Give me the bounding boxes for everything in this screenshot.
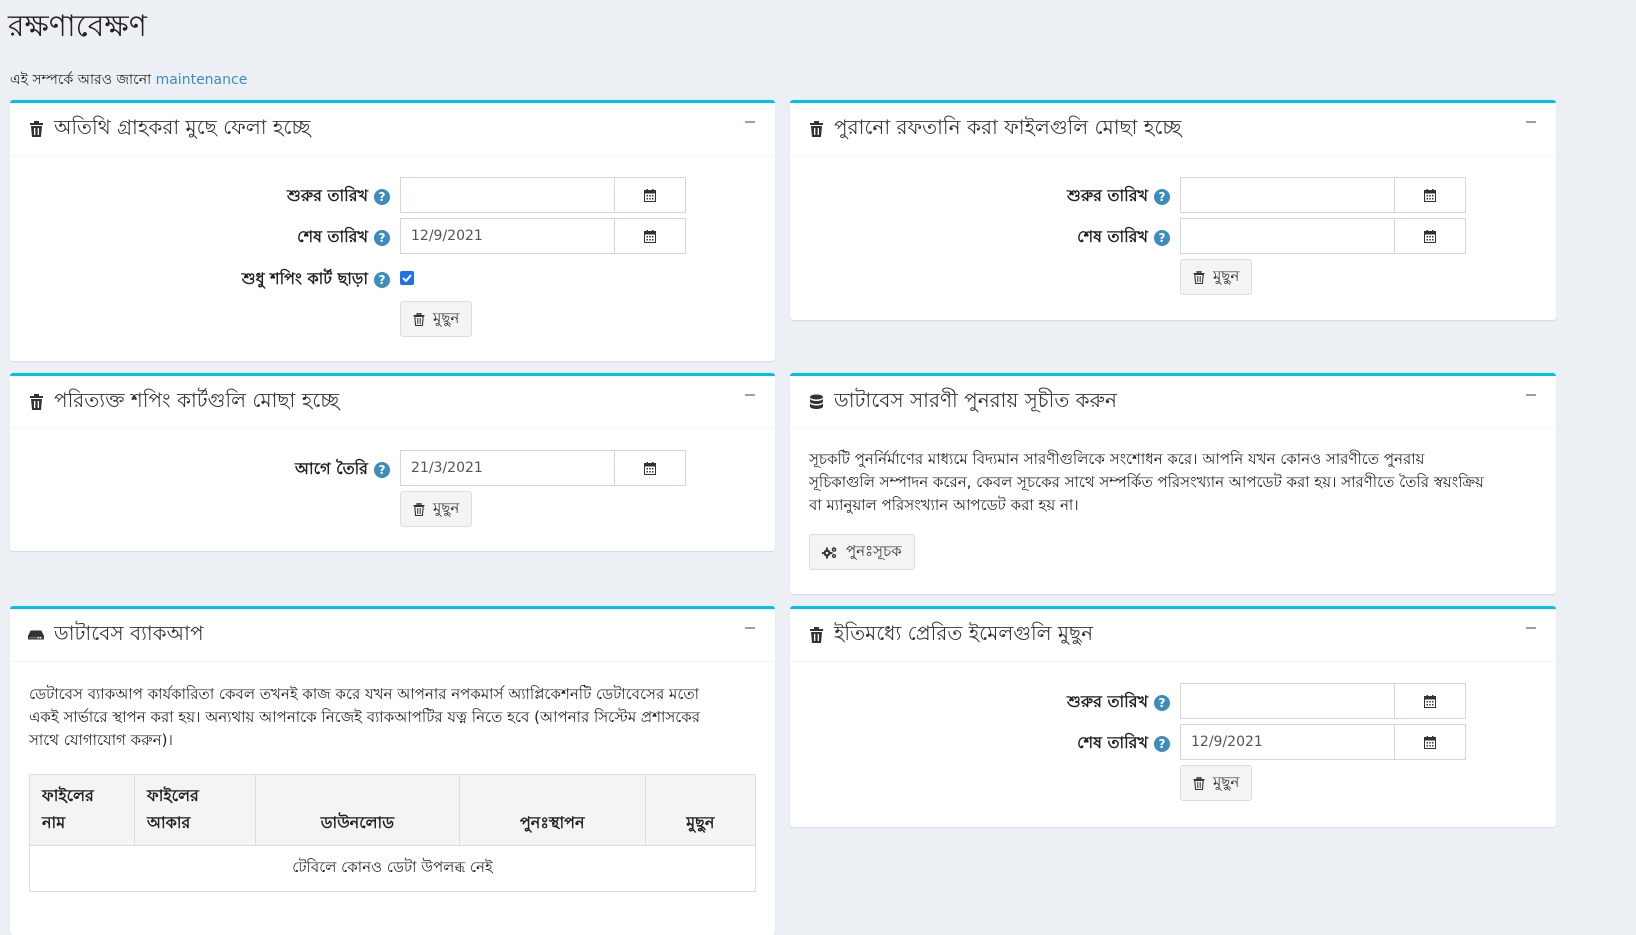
- calendar-icon[interactable]: [615, 451, 685, 485]
- trash-icon: [1193, 270, 1205, 284]
- created-before-label: আগে তৈরি?: [10, 456, 390, 483]
- panel-title: ডাটাবেস সারণী পুনরায় সূচীত করুন: [834, 387, 1117, 412]
- reindex-panel: ডাটাবেস সারণী পুনরায় সূচীত করুন সূচকটি …: [790, 373, 1556, 594]
- end-date-label: শেষ তারিখ?: [790, 730, 1170, 757]
- start-date-picker: [1180, 177, 1466, 213]
- hdd-icon: [28, 627, 44, 643]
- column-header-download[interactable]: ডাউনলোড: [255, 774, 460, 846]
- start-date-picker: [1180, 683, 1466, 719]
- end-date-input[interactable]: [1181, 219, 1395, 253]
- backup-table: ফাইলের নাম ফাইলের আকার ডাউনলোড পুনঃস্থাপ…: [29, 774, 757, 892]
- help-icon[interactable]: ?: [374, 271, 390, 288]
- trash-icon: [808, 627, 824, 643]
- table-row: টেবিলে কোনও ডেটা উপলব্ধ নেই: [29, 845, 756, 892]
- panel-header: পুরানো রফতানি করা ফাইলগুলি মোছা হচ্ছে: [790, 103, 1556, 156]
- delete-button[interactable]: মুছুন: [1180, 259, 1253, 295]
- panel-header: পরিত্যক্ত শপিং কার্টগুলি মোছা হচ্ছে: [10, 376, 775, 429]
- start-date-input[interactable]: [1181, 684, 1395, 718]
- calendar-icon[interactable]: [1395, 725, 1465, 759]
- delete-button[interactable]: মুছুন: [400, 491, 473, 527]
- trash-icon: [413, 502, 425, 516]
- created-before-input[interactable]: [401, 451, 615, 485]
- panel-title: অতিথি গ্রাহকরা মুছে ফেলা হচ্ছে: [54, 114, 311, 139]
- help-icon[interactable]: ?: [1154, 188, 1170, 205]
- database-icon: [808, 394, 824, 410]
- empty-table-message: টেবিলে কোনও ডেটা উপলব্ধ নেই: [29, 845, 756, 892]
- column-header-restore[interactable]: পুনঃস্থাপন: [458, 774, 646, 846]
- help-icon[interactable]: ?: [374, 461, 390, 478]
- panel-title: ডাটাবেস ব্যাকআপ: [54, 620, 204, 645]
- backup-description: ডেটাবেস ব্যাকআপ কার্যকারিতা কেবল তখনই কা…: [29, 685, 701, 749]
- reindex-description: সূচকটি পুনর্নির্মাণের মাধ্যমে বিদ্যমান স…: [809, 450, 1484, 514]
- panel-header: ইতিমধ্যে প্রেরিত ইমেলগুলি মুছুন: [790, 609, 1556, 662]
- trash-icon: [1193, 776, 1205, 790]
- panel-header: অতিথি গ্রাহকরা মুছে ফেলা হচ্ছে: [10, 103, 775, 156]
- database-backup-panel: ডাটাবেস ব্যাকআপ ডেটাবেস ব্যাকআপ কার্যকার…: [10, 606, 775, 935]
- delete-old-files-panel: পুরানো রফতানি করা ফাইলগুলি মোছা হচ্ছে শু…: [790, 100, 1556, 320]
- gears-icon: [822, 546, 837, 558]
- trash-icon: [28, 394, 44, 410]
- column-header-delete[interactable]: মুছুন: [644, 774, 757, 846]
- trash-icon: [413, 312, 425, 326]
- start-date-input[interactable]: [401, 178, 615, 212]
- start-date-label: শুরুর তারিখ?: [790, 183, 1170, 210]
- column-header-file-size[interactable]: ফাইলের আকার: [134, 774, 256, 846]
- start-date-label: শুরুর তারিখ?: [790, 689, 1170, 716]
- panel-header: ডাটাবেস ব্যাকআপ: [10, 609, 775, 662]
- collapse-button[interactable]: [1524, 115, 1538, 125]
- delete-sent-emails-panel: ইতিমধ্যে প্রেরিত ইমেলগুলি মুছুন শুরুর তা…: [790, 606, 1556, 827]
- calendar-icon[interactable]: [615, 178, 685, 212]
- column-header-file-name[interactable]: ফাইলের নাম: [29, 774, 135, 846]
- end-date-label: শেষ তারিখ?: [10, 224, 390, 251]
- only-without-cart-label: শুধু শপিং কার্ট ছাড়া?: [10, 266, 390, 293]
- delete-carts-panel: পরিত্যক্ত শপিং কার্টগুলি মোছা হচ্ছে আগে …: [10, 373, 775, 551]
- created-before-picker: [400, 450, 686, 486]
- only-without-cart-checkbox[interactable]: [400, 271, 414, 285]
- help-icon[interactable]: ?: [374, 188, 390, 205]
- trash-icon: [28, 121, 44, 137]
- table-header-row: ফাইলের নাম ফাইলের আকার ডাউনলোড পুনঃস্থাপ…: [29, 774, 757, 846]
- start-date-picker: [400, 177, 686, 213]
- end-date-input[interactable]: [401, 219, 615, 253]
- start-date-label: শুরুর তারিখ?: [10, 183, 390, 210]
- panel-header: ডাটাবেস সারণী পুনরায় সূচীত করুন: [790, 376, 1556, 429]
- delete-button[interactable]: মুছুন: [400, 301, 473, 337]
- help-icon[interactable]: ?: [1154, 694, 1170, 711]
- calendar-icon[interactable]: [1395, 219, 1465, 253]
- calendar-icon[interactable]: [1395, 178, 1465, 212]
- panel-title: ইতিমধ্যে প্রেরিত ইমেলগুলি মুছুন: [834, 620, 1094, 645]
- collapse-button[interactable]: [1524, 621, 1538, 631]
- learn-more-link[interactable]: maintenance: [156, 72, 248, 88]
- end-date-picker: [1180, 724, 1466, 760]
- calendar-icon[interactable]: [1395, 684, 1465, 718]
- start-date-input[interactable]: [1181, 178, 1395, 212]
- help-icon[interactable]: ?: [374, 229, 390, 246]
- page-title: রক্ষণাবেক্ষণ: [8, 9, 147, 44]
- end-date-picker: [1180, 218, 1466, 254]
- reindex-button[interactable]: পুনঃসূচক: [809, 534, 915, 570]
- collapse-button[interactable]: [1524, 388, 1538, 398]
- learn-more-label: এই সম্পর্কে আরও জানো: [10, 72, 152, 88]
- calendar-icon[interactable]: [615, 219, 685, 253]
- end-date-input[interactable]: [1181, 725, 1395, 759]
- help-icon[interactable]: ?: [1154, 735, 1170, 752]
- collapse-button[interactable]: [743, 388, 757, 398]
- learn-more-text: এই সম্পর্কে আরও জানো maintenance: [10, 68, 247, 92]
- delete-guests-panel: অতিথি গ্রাহকরা মুছে ফেলা হচ্ছে শুরুর তার…: [10, 100, 775, 361]
- collapse-button[interactable]: [743, 115, 757, 125]
- end-date-label: শেষ তারিখ?: [790, 224, 1170, 251]
- trash-icon: [808, 121, 824, 137]
- collapse-button[interactable]: [743, 621, 757, 631]
- panel-title: পরিত্যক্ত শপিং কার্টগুলি মোছা হচ্ছে: [54, 387, 340, 412]
- help-icon[interactable]: ?: [1154, 229, 1170, 246]
- panel-title: পুরানো রফতানি করা ফাইলগুলি মোছা হচ্ছে: [834, 114, 1182, 139]
- delete-button[interactable]: মুছুন: [1180, 765, 1253, 801]
- end-date-picker: [400, 218, 686, 254]
